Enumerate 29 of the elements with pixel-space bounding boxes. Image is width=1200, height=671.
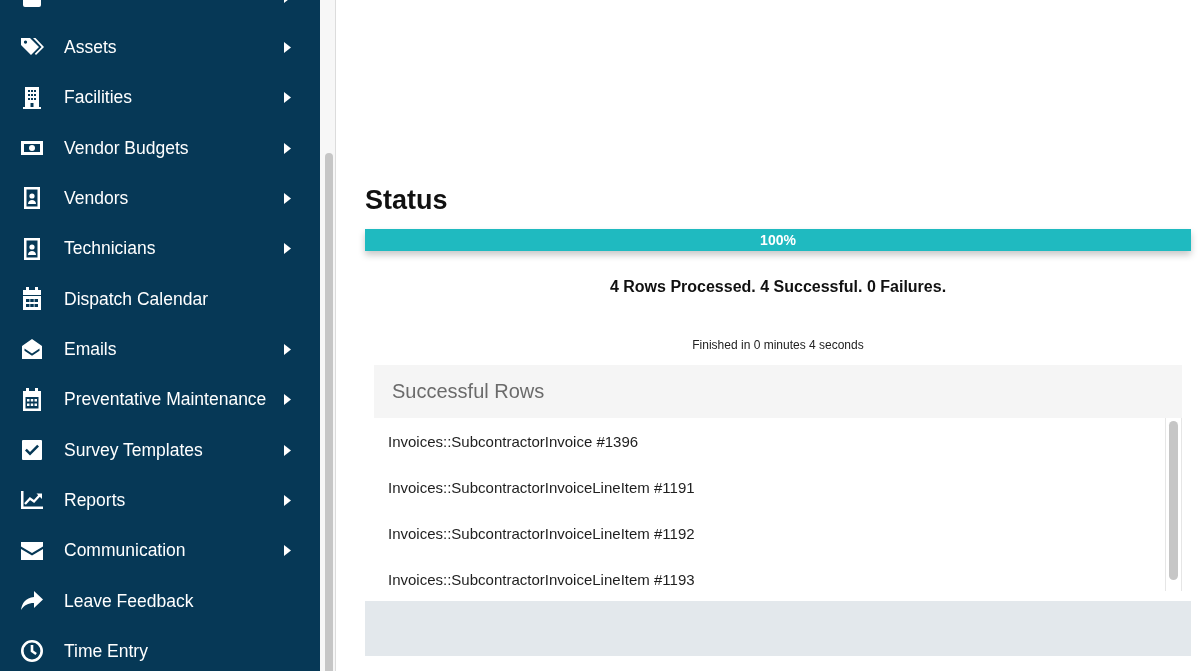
panel-title: Successful Rows — [392, 380, 545, 403]
sidebar-item[interactable]: Dispatch Calendar — [0, 273, 320, 325]
page-heading: Status — [365, 184, 448, 216]
scrollbar-track[interactable] — [320, 0, 336, 671]
sidebar-item[interactable]: Assets — [0, 22, 320, 73]
result-row: Invoices::SubcontractorInvoiceLineItem #1193 — [388, 570, 695, 588]
result-row: Invoices::SubcontractorInvoice #1396 — [388, 432, 639, 450]
sidebar-item[interactable]: Reports — [0, 475, 320, 526]
sidebar-item[interactable]: Vendors — [0, 173, 320, 224]
sidebar-item[interactable]: Leave Feedback — [0, 575, 320, 627]
sidebar-item[interactable]: Survey Templates — [0, 424, 320, 476]
sidebar-item[interactable]: Vendor Budgets — [0, 123, 320, 174]
list-scrollbar-track[interactable] — [1165, 418, 1181, 591]
sidebar-item[interactable]: Emails — [0, 324, 320, 375]
duration-text: Finished in 0 minutes 4 seconds — [692, 337, 864, 353]
sidebar-item[interactable]: Communication — [0, 525, 320, 576]
sidebar-item[interactable]: Technicians — [0, 223, 320, 274]
progress-label: 100% — [760, 231, 796, 250]
result-row: Invoices::SubcontractorInvoiceLineItem #1191 — [388, 478, 695, 496]
sidebar-item[interactable]: Facilities — [0, 72, 320, 123]
clock-icon — [19, 639, 45, 664]
sidebar-item[interactable]: Time Entry — [0, 626, 320, 671]
checkbox-icon — [19, 438, 45, 463]
envelope-open-icon — [19, 337, 45, 362]
sidebar-item[interactable]: Preventative Maintenance — [0, 374, 320, 425]
list-scrollbar-thumb[interactable] — [1169, 421, 1178, 580]
result-row: Invoices::SubcontractorInvoiceLineItem #1192 — [388, 524, 695, 542]
scrollbar-thumb[interactable] — [325, 153, 333, 671]
summary-text: 4 Rows Processed. 4 Successful. 0 Failures. — [609, 277, 947, 297]
